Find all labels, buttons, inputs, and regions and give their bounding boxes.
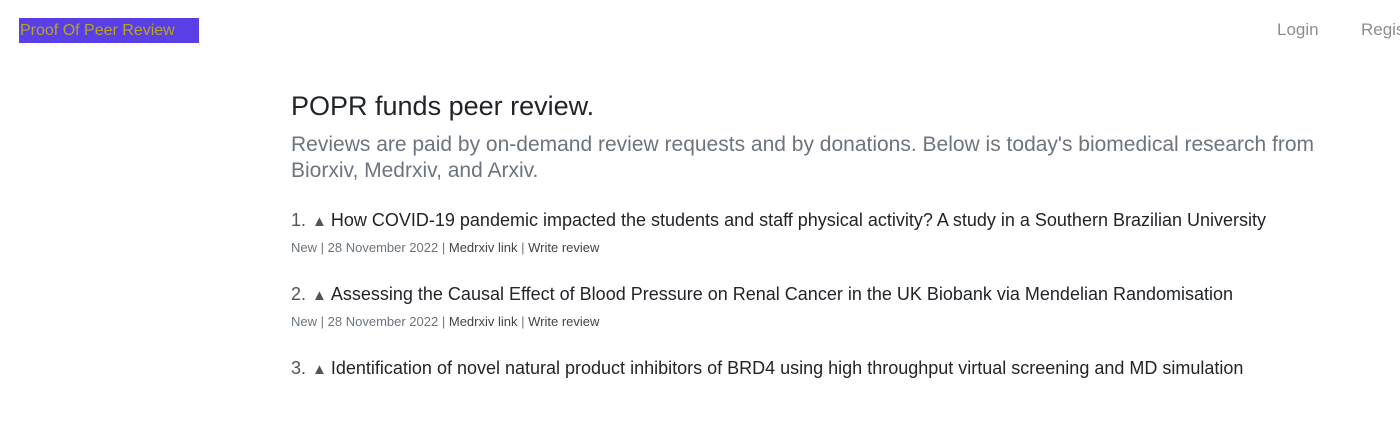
article-title-link[interactable]: How COVID-19 pandemic impacted the stude… xyxy=(331,210,1266,230)
article-number: 3. xyxy=(291,358,307,378)
meta-separator: | xyxy=(441,240,446,255)
article-item-1: 1. ▲ How COVID-19 pandemic impacted the st… xyxy=(291,204,1321,258)
register-link[interactable]: Register xyxy=(1361,20,1400,40)
article-status: New xyxy=(291,240,318,255)
login-link[interactable]: Login xyxy=(1277,20,1319,40)
meta-separator: | xyxy=(521,314,525,329)
article-date: 28 November 2022 xyxy=(327,240,439,255)
article-item-3: 3. ▲ Identification of novel natural produ… xyxy=(291,352,1321,386)
article-date: 28 November 2022 xyxy=(327,314,439,329)
article-line: 2. ▲ Assessing the Causal Effect of Blood … xyxy=(291,278,1321,312)
brand-logo-link[interactable]: Proof Of Peer Review xyxy=(19,18,199,43)
write-review-link[interactable]: Write review xyxy=(528,314,599,329)
lead-text: Reviews are paid by on-demand review req… xyxy=(291,133,1315,182)
meta-separator: | xyxy=(320,240,325,255)
source-link[interactable]: Medrxiv link xyxy=(449,314,518,329)
main-content: POPR funds peer review. Reviews are paid… xyxy=(291,86,1321,406)
write-review-link[interactable]: Write review xyxy=(528,240,599,255)
upvote-icon[interactable]: ▲ xyxy=(312,206,327,238)
page-title: POPR funds peer review. xyxy=(291,91,595,121)
meta-separator: | xyxy=(521,240,525,255)
article-title-link[interactable]: Assessing the Causal Effect of Blood Pre… xyxy=(331,284,1233,304)
article-meta: New | 28 November 2022 | Medrxiv link | … xyxy=(291,238,1321,258)
article-line: 1. ▲ How COVID-19 pandemic impacted the st… xyxy=(291,204,1321,238)
article-list: 1. ▲ How COVID-19 pandemic impacted the st… xyxy=(291,204,1321,386)
upvote-icon[interactable]: ▲ xyxy=(312,280,327,312)
article-number: 1. xyxy=(291,210,307,230)
meta-separator: | xyxy=(441,314,446,329)
upvote-icon[interactable]: ▲ xyxy=(312,354,327,386)
article-title-link[interactable]: Identification of novel natural product … xyxy=(331,358,1244,378)
article-meta: New | 28 November 2022 | Medrxiv link | … xyxy=(291,312,1321,332)
article-item-2: 2. ▲ Assessing the Causal Effect of Blood … xyxy=(291,278,1321,332)
meta-separator: | xyxy=(320,314,325,329)
source-link[interactable]: Medrxiv link xyxy=(449,240,518,255)
article-line: 3. ▲ Identification of novel natural produ… xyxy=(291,352,1321,386)
top-navbar: Proof Of Peer Review Login Register xyxy=(0,0,1400,64)
article-number: 2. xyxy=(291,284,307,304)
article-status: New xyxy=(291,314,318,329)
